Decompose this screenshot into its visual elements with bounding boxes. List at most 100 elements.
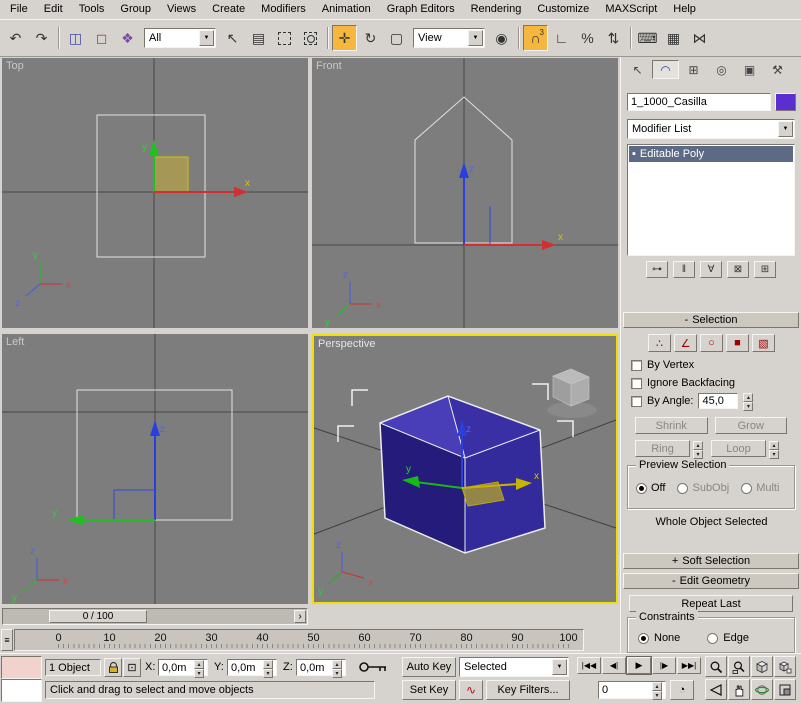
maxscript-mini-listener[interactable] [1, 679, 42, 702]
subobject-border-button[interactable]: ○ [700, 334, 723, 352]
set-key-button[interactable]: Set Key [402, 680, 456, 700]
rollout-edit-geometry-header[interactable]: - Edit Geometry [623, 573, 799, 589]
subobject-element-button[interactable]: ▧ [752, 334, 775, 352]
loop-button[interactable]: Loop [711, 440, 766, 457]
grow-button[interactable]: Grow [715, 417, 788, 434]
by-angle-spinner[interactable]: ▴▾ [743, 393, 753, 409]
menu-item[interactable]: Views [159, 0, 204, 19]
viewport-left-label[interactable]: Left [6, 336, 24, 348]
preview-off-radio[interactable] [636, 483, 647, 494]
dropdown-arrow-icon[interactable]: ▼ [468, 30, 483, 46]
zoom-extents-button[interactable] [751, 656, 773, 677]
by-angle-field[interactable]: 45,0 [698, 393, 738, 409]
viewport-perspective-label[interactable]: Perspective [318, 338, 375, 350]
window-crossing-toggle-button[interactable] [298, 25, 323, 51]
by-vertex-checkbox[interactable] [631, 360, 642, 371]
spinner-down-icon[interactable]: ▾ [194, 669, 204, 678]
selection-filter-dropdown[interactable]: All ▼ [144, 28, 216, 48]
current-frame-field[interactable]: 0 ▴▾ [598, 681, 666, 699]
viewport-front[interactable]: z x z x y Front [312, 58, 618, 328]
keyboard-shortcut-override-button[interactable]: ⌨ [635, 25, 660, 51]
subobject-edge-button[interactable]: ∠ [674, 334, 697, 352]
menu-item[interactable]: Edit [36, 0, 71, 19]
go-to-start-button[interactable]: |◀◀ [577, 657, 601, 674]
menu-item[interactable]: File [2, 0, 36, 19]
move-gizmo[interactable]: z y [52, 420, 165, 525]
menu-item[interactable]: Modifiers [253, 0, 314, 19]
tab-utilities[interactable]: ⚒ [764, 60, 791, 79]
dropdown-arrow-icon[interactable]: ▼ [199, 30, 214, 46]
show-end-result-button[interactable]: ‖ [673, 261, 695, 278]
zoom-button[interactable] [705, 656, 727, 677]
unlink-selection-button[interactable]: ◻ [89, 25, 114, 51]
tab-create[interactable]: ↖ [624, 60, 651, 79]
ring-spinner[interactable]: ▴▾ [693, 441, 703, 457]
viewport-left[interactable]: z y z x y Left [2, 334, 308, 604]
select-by-name-button[interactable]: ▤ [246, 25, 271, 51]
spinner-down-icon[interactable]: ▾ [652, 691, 662, 700]
mirror-button[interactable]: ⋈ [687, 25, 712, 51]
min-max-toggle-button[interactable] [774, 679, 796, 700]
select-object-button[interactable]: ↖ [220, 25, 245, 51]
pan-view-button[interactable] [728, 679, 750, 700]
angle-snap-toggle-button[interactable]: ∟ [549, 25, 574, 51]
remove-modifier-button[interactable]: ⊠ [727, 261, 749, 278]
menu-item[interactable]: Rendering [463, 0, 530, 19]
menu-item[interactable]: Graph Editors [379, 0, 463, 19]
viewport-perspective[interactable]: z y x z x y Per [312, 334, 618, 604]
go-to-end-button[interactable]: ▶▶| [677, 657, 701, 674]
ghost-box[interactable] [553, 369, 589, 406]
rollout-soft-selection-header[interactable]: + Soft Selection [623, 553, 799, 569]
spinner-up-icon[interactable]: ▴ [194, 660, 204, 669]
preview-subobj-radio[interactable] [677, 483, 688, 494]
rollout-selection-header[interactable]: - Selection [623, 312, 799, 328]
next-frame-nub[interactable]: › [294, 610, 306, 623]
object-wireframe[interactable] [97, 115, 205, 257]
play-animation-button[interactable]: ▶ [627, 657, 651, 674]
make-unique-button[interactable]: ∀ [700, 261, 722, 278]
menu-item[interactable]: Help [665, 0, 704, 19]
zoom-extents-all-button[interactable] [774, 656, 796, 677]
z-coordinate-field[interactable]: 0,0m ▴▾ [296, 659, 346, 676]
shrink-button[interactable]: Shrink [635, 417, 708, 434]
rectangular-selection-region-button[interactable] [272, 25, 297, 51]
select-and-link-button[interactable]: ◫ [63, 25, 88, 51]
time-slider-button[interactable]: 0 / 100 [49, 610, 147, 623]
object-color-swatch[interactable] [775, 93, 796, 111]
spinner-down-icon[interactable]: ▾ [693, 450, 703, 459]
viewport-top-label[interactable]: Top [6, 60, 24, 72]
spinner-snap-toggle-button[interactable]: ⇅ [601, 25, 626, 51]
select-and-move-button[interactable]: ✛ [332, 25, 357, 51]
named-selection-sets-button[interactable]: ▦ [661, 25, 686, 51]
z-spinner[interactable]: ▴▾ [332, 660, 342, 676]
x-spinner[interactable]: ▴▾ [194, 660, 204, 676]
ignore-backfacing-checkbox[interactable] [631, 378, 642, 389]
viewport-front-label[interactable]: Front [316, 60, 342, 72]
reference-coordinate-system-dropdown[interactable]: View ▼ [413, 28, 485, 48]
select-and-rotate-button[interactable]: ↻ [358, 25, 383, 51]
undo-button[interactable]: ↶ [3, 25, 28, 51]
viewport-top[interactable]: y x y x z Top [2, 58, 308, 328]
y-spinner[interactable]: ▴▾ [263, 660, 273, 676]
configure-modifier-sets-button[interactable]: ⊞ [754, 261, 776, 278]
spinner-up-icon[interactable]: ▴ [332, 660, 342, 669]
y-coordinate-field[interactable]: 0,0m ▴▾ [227, 659, 277, 676]
spinner-up-icon[interactable]: ▴ [693, 441, 703, 450]
tab-motion[interactable]: ◎ [708, 60, 735, 79]
move-gizmo[interactable]: z x [459, 162, 563, 250]
spinner-down-icon[interactable]: ▾ [332, 669, 342, 678]
time-slider-track[interactable]: 0 / 100 › [2, 608, 308, 625]
repeat-last-button[interactable]: Repeat Last [629, 595, 793, 612]
pin-stack-button[interactable]: ⊶ [646, 261, 668, 278]
snaps-toggle-button[interactable]: ∩3 [523, 25, 548, 51]
tab-display[interactable]: ▣ [736, 60, 763, 79]
bind-to-spacewarp-button[interactable]: ❖ [115, 25, 140, 51]
field-of-view-button[interactable] [705, 679, 727, 700]
modifier-list-dropdown[interactable]: Modifier List ▼ [627, 119, 795, 139]
tab-hierarchy[interactable]: ⊞ [680, 60, 707, 79]
constraint-none-radio[interactable] [638, 633, 649, 644]
dropdown-arrow-icon[interactable]: ▼ [552, 659, 567, 675]
spinner-up-icon[interactable]: ▴ [263, 660, 273, 669]
gizmo-plane-handle[interactable] [154, 157, 188, 192]
open-mini-curve-editor-button[interactable]: ≡ [1, 629, 13, 651]
